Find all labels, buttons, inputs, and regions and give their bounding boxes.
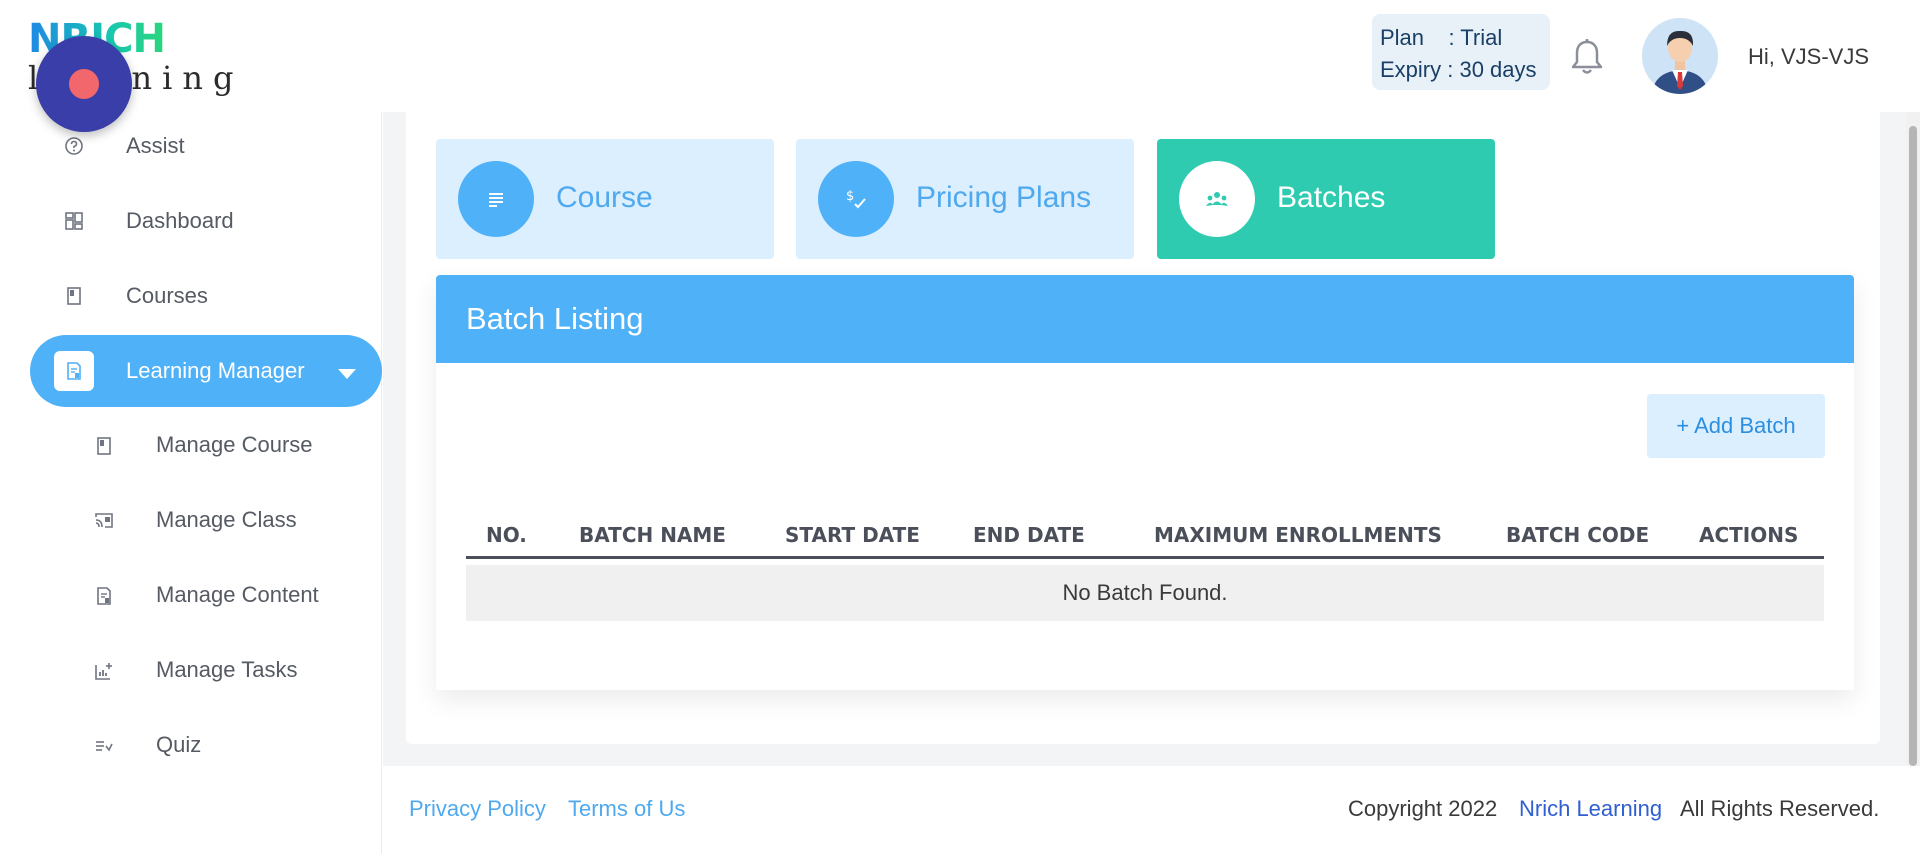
cast-icon <box>95 513 113 528</box>
sidebar-item-label: Assist <box>126 133 185 158</box>
page-footer: Privacy Policy Terms of Us Copyright 202… <box>383 766 1920 854</box>
dashboard-icon <box>65 212 83 230</box>
floating-record-button[interactable] <box>36 36 132 132</box>
column-header-actions[interactable]: ACTIONS <box>1699 523 1798 547</box>
batch-listing-panel: Batch Listing + Add Batch NO. BATCH NAME… <box>436 275 1854 690</box>
sidebar-subitem-quiz[interactable]: Quiz <box>30 710 382 782</box>
svg-text:$: $ <box>846 189 854 204</box>
sidebar-item-dashboard[interactable]: Dashboard <box>30 185 382 257</box>
book-icon <box>97 437 111 455</box>
nrich-learning-link[interactable]: Nrich Learning <box>1519 796 1662 822</box>
chart-add-icon <box>95 663 112 680</box>
tab-batches[interactable]: Batches <box>1157 139 1495 259</box>
help-icon <box>65 137 83 155</box>
add-batch-button[interactable]: + Add Batch <box>1647 394 1825 458</box>
group-icon <box>1206 192 1228 206</box>
listing-header: Batch Listing <box>436 275 1854 363</box>
tile-icon-circle <box>1179 161 1255 237</box>
list-check-icon <box>96 741 113 752</box>
column-header-batch-code[interactable]: BATCH CODE <box>1506 523 1649 547</box>
sidebar-subitem-manage-content[interactable]: Manage Content <box>30 560 382 632</box>
plan-info-box: Plan : Trial Expiry : 30 days <box>1372 14 1550 90</box>
sidebar-subitem-manage-course[interactable]: Manage Course <box>30 410 382 482</box>
document-icon <box>97 587 111 605</box>
user-greeting[interactable]: Hi, VJS-VJS <box>1748 44 1869 70</box>
privacy-policy-link[interactable]: Privacy Policy <box>409 796 546 822</box>
sidebar-item-label: Learning Manager <box>126 358 305 383</box>
page-scrollbar[interactable] <box>1906 112 1920 766</box>
scrollbar-thumb[interactable] <box>1909 126 1917 766</box>
sidebar-subitem-manage-class[interactable]: Manage Class <box>30 485 382 557</box>
sidebar-subitem-label: Manage Course <box>156 432 313 457</box>
sidebar-subitem-label: Manage Class <box>156 507 297 532</box>
column-header-end-date[interactable]: END DATE <box>973 523 1085 547</box>
tab-pricing-plans[interactable]: $ Pricing Plans <box>796 139 1134 259</box>
lines-icon <box>489 193 503 207</box>
copyright-text: Copyright 2022 <box>1348 796 1498 821</box>
column-header-start-date[interactable]: START DATE <box>785 523 920 547</box>
user-avatar[interactable] <box>1642 18 1718 94</box>
dollar-check-icon: $ <box>846 189 866 209</box>
top-header: NRICH learning Plan : Trial Expiry : 30 … <box>0 0 1920 112</box>
empty-table-row: No Batch Found. <box>466 565 1824 621</box>
document-icon <box>67 362 81 380</box>
tile-icon-circle <box>458 161 534 237</box>
rights-text: All Rights Reserved. <box>1680 796 1880 821</box>
notification-bell-icon[interactable] <box>1570 38 1604 76</box>
tile-label: Pricing Plans <box>916 181 1092 214</box>
sidebar-subitem-manage-tasks[interactable]: Manage Tasks <box>30 635 382 707</box>
terms-link[interactable]: Terms of Us <box>568 796 685 822</box>
table-header: NO. BATCH NAME START DATE END DATE MAXIM… <box>466 509 1824 559</box>
expiry-line: Expiry : 30 days <box>1380 57 1537 82</box>
tab-course[interactable]: Course <box>436 139 774 259</box>
sidebar-subitem-label: Manage Tasks <box>156 657 298 682</box>
tile-icon-circle: $ <box>818 161 894 237</box>
sidebar-item-label: Dashboard <box>126 208 234 233</box>
book-icon <box>67 287 81 305</box>
sidebar-item-label: Courses <box>126 283 208 308</box>
column-header-maximum-enrollments[interactable]: MAXIMUM ENROLLMENTS <box>1154 523 1442 547</box>
chevron-down-icon[interactable] <box>338 369 356 379</box>
tile-label: Batches <box>1277 181 1386 214</box>
listing-title: Batch Listing <box>466 301 644 336</box>
column-header-no[interactable]: NO. <box>486 523 527 547</box>
sidebar-subitem-label: Quiz <box>156 732 202 757</box>
column-header-batch-name[interactable]: BATCH NAME <box>579 523 726 547</box>
learning-manager-icon-box <box>54 351 94 391</box>
sidebar-item-learning-manager[interactable]: Learning Manager <box>30 335 382 407</box>
record-dot-icon <box>69 69 99 99</box>
sidebar-subitem-label: Manage Content <box>156 582 319 607</box>
sidebar-item-courses[interactable]: Courses <box>30 260 382 332</box>
tile-label: Course <box>556 181 653 214</box>
plan-line: Plan : Trial <box>1380 25 1503 50</box>
